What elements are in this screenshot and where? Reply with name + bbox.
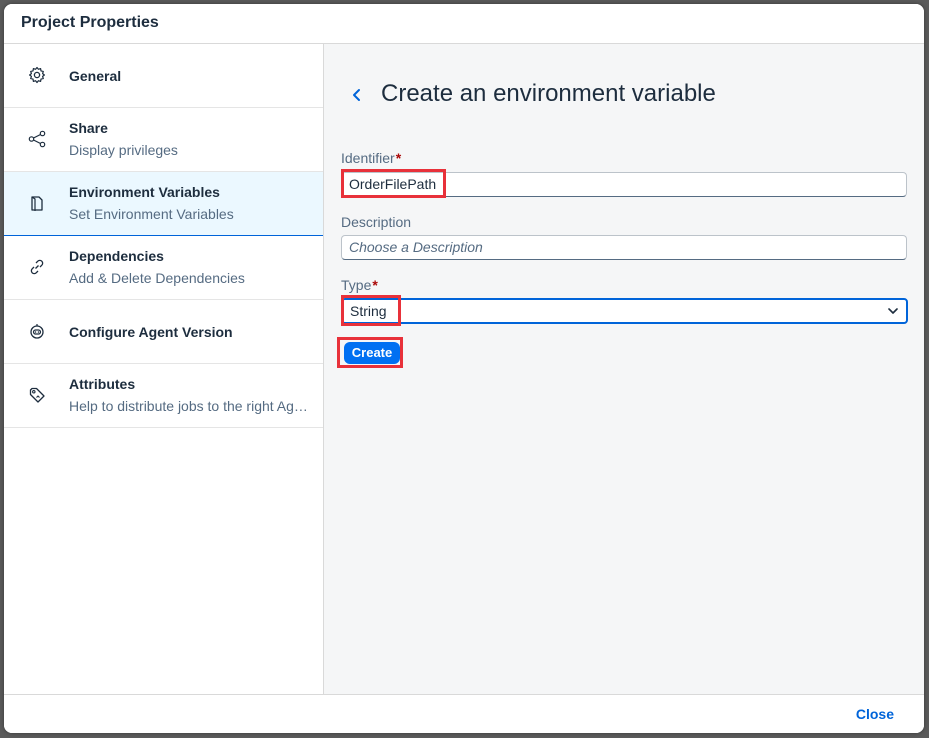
- sidebar-item-label: General: [69, 68, 122, 84]
- sidebar-item-label: Configure Agent Version: [69, 324, 233, 340]
- document-icon: [28, 194, 46, 212]
- identifier-label-text: Identifier: [341, 150, 395, 166]
- sidebar: General Share Display privileges Environ…: [4, 44, 324, 694]
- sidebar-item-attributes[interactable]: Attributes Help to distribute jobs to th…: [4, 364, 323, 428]
- sidebar-item-configure-agent-version[interactable]: Configure Agent Version: [4, 300, 323, 364]
- sidebar-item-label: Share: [69, 120, 108, 136]
- back-button[interactable]: [346, 84, 368, 106]
- close-button[interactable]: Close: [856, 706, 894, 722]
- identifier-highlight: [341, 169, 446, 198]
- sidebar-item-sublabel: Set Environment Variables: [69, 206, 234, 222]
- page-title: Create an environment variable: [381, 80, 716, 107]
- dialog-footer: Close: [4, 694, 924, 733]
- type-select[interactable]: String: [341, 298, 908, 324]
- required-marker: *: [395, 150, 402, 166]
- project-properties-dialog: Project Properties General Share Display…: [4, 4, 924, 733]
- sidebar-item-general[interactable]: General: [4, 44, 323, 108]
- sidebar-item-environment-variables[interactable]: Environment Variables Set Environment Va…: [4, 172, 323, 236]
- chevron-down-icon: [886, 304, 900, 318]
- identifier-label: Identifier*: [341, 150, 401, 166]
- sidebar-item-share[interactable]: Share Display privileges: [4, 108, 323, 172]
- dialog-header: Project Properties: [4, 4, 924, 44]
- main-content: Create an environment variable Identifie…: [324, 44, 924, 694]
- sidebar-item-sublabel: Display privileges: [69, 142, 178, 158]
- chevron-left-icon: [353, 89, 360, 101]
- required-marker: *: [372, 277, 378, 293]
- create-highlight: [337, 337, 403, 368]
- sidebar-item-label: Environment Variables: [69, 184, 220, 200]
- sidebar-item-sublabel: Help to distribute jobs to the right Age…: [69, 398, 309, 414]
- type-label-text: Type: [341, 277, 372, 293]
- sidebar-item-sublabel: Add & Delete Dependencies: [69, 270, 245, 286]
- sidebar-item-label: Dependencies: [69, 248, 164, 264]
- sidebar-item-dependencies[interactable]: Dependencies Add & Delete Dependencies: [4, 236, 323, 300]
- share-icon: [28, 130, 46, 148]
- dialog-title: Project Properties: [21, 14, 159, 31]
- type-highlight: [341, 295, 401, 326]
- link-icon: [28, 258, 46, 276]
- sidebar-item-label: Attributes: [69, 376, 136, 392]
- type-label: Type*: [341, 277, 378, 293]
- gear-icon: [28, 66, 46, 84]
- robot-icon: [28, 322, 46, 340]
- tag-icon: [28, 386, 46, 404]
- description-input[interactable]: Choose a Description: [341, 235, 907, 260]
- description-label: Description: [341, 214, 412, 230]
